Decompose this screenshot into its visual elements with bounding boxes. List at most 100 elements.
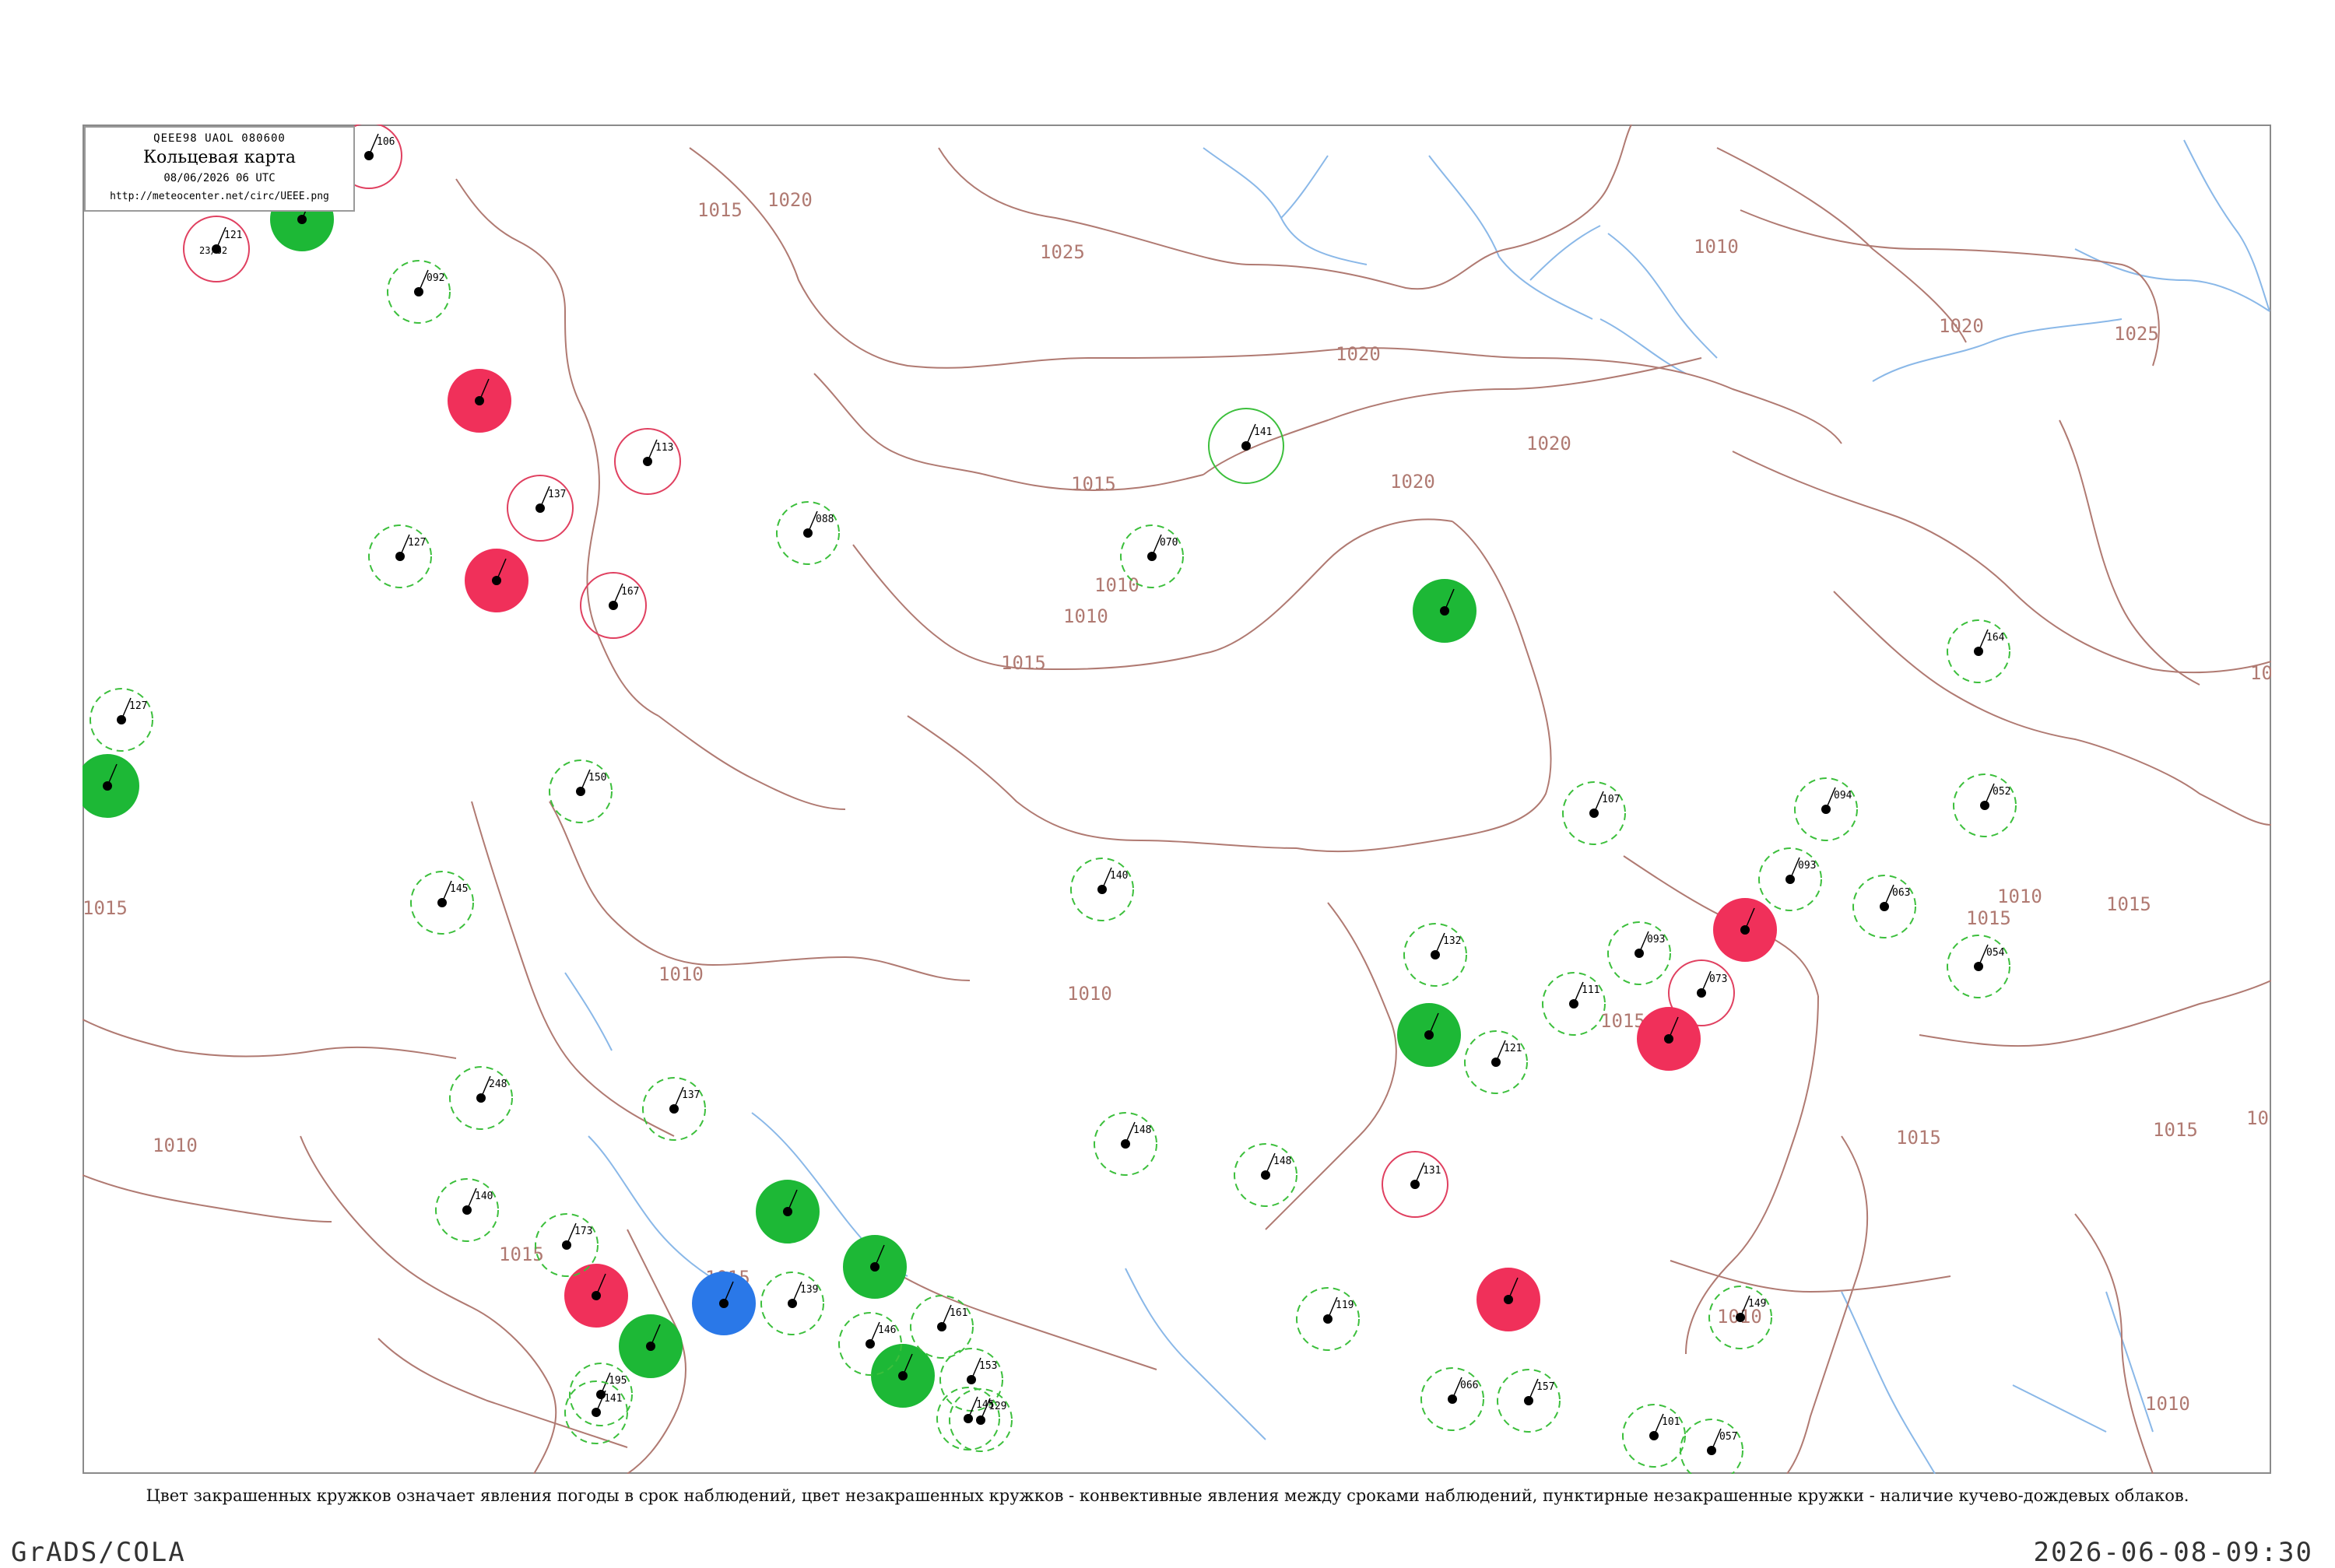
isobar-label: 1015 bbox=[2106, 893, 2151, 915]
weather-station[interactable]: 057 bbox=[1680, 1419, 1743, 1474]
bulletin-code: QEEE98 UAOL 080600 bbox=[153, 132, 286, 145]
station-pressure: 052 bbox=[1993, 786, 2010, 798]
weather-station[interactable] bbox=[1713, 898, 1777, 962]
isobar-label: 1025 bbox=[2114, 323, 2159, 345]
isobar-label: 1015 bbox=[1071, 473, 1116, 495]
station-pressure: 101 bbox=[1662, 1416, 1680, 1428]
weather-station[interactable]: 088 bbox=[776, 501, 840, 565]
weather-station[interactable]: 173 bbox=[535, 1213, 599, 1277]
isobar-label: 1010 bbox=[1094, 574, 1139, 596]
weather-map[interactable]: 10201015102510201015 10201010101510101010… bbox=[83, 125, 2271, 1474]
station-pressure: 127 bbox=[129, 700, 147, 712]
weather-station[interactable]: 054 bbox=[1947, 935, 2010, 998]
station-pressure: 141 bbox=[604, 1393, 622, 1405]
station-pressure: 107 bbox=[1602, 794, 1620, 805]
weather-station[interactable] bbox=[1476, 1268, 1540, 1331]
station-pressure: 164 bbox=[1986, 632, 2005, 644]
weather-station[interactable]: 132 bbox=[1403, 923, 1467, 987]
isobar-label: 1015 bbox=[1966, 907, 2011, 929]
isobar-label: 1015 bbox=[2250, 662, 2271, 684]
weather-station[interactable]: 121 bbox=[1464, 1030, 1528, 1094]
weather-station[interactable] bbox=[619, 1314, 683, 1378]
weather-station[interactable]: 092 bbox=[387, 260, 451, 324]
weather-station[interactable]: 066 bbox=[1420, 1367, 1484, 1431]
station-pressure: 111 bbox=[1582, 984, 1599, 996]
station-pressure: 140 bbox=[475, 1191, 493, 1202]
station-pressure: 139 bbox=[800, 1284, 818, 1296]
weather-station[interactable] bbox=[1397, 1003, 1461, 1067]
station-pressure: 167 bbox=[621, 586, 639, 598]
weather-station[interactable]: 164 bbox=[1947, 619, 2010, 683]
weather-station[interactable]: 063 bbox=[1852, 875, 1916, 938]
title-box: QEEE98 UAOL 080600 Кольцевая карта 08/06… bbox=[84, 126, 355, 212]
station-pressure: 248 bbox=[489, 1079, 507, 1090]
weather-station[interactable]: 119 bbox=[1296, 1287, 1360, 1351]
weather-station[interactable]: 070 bbox=[1120, 524, 1184, 588]
weather-station[interactable] bbox=[843, 1235, 907, 1299]
station-pressure: 092 bbox=[427, 272, 444, 284]
weather-station[interactable]: 150 bbox=[549, 759, 613, 823]
weather-station[interactable] bbox=[1637, 1007, 1701, 1071]
station-pressure: 129 bbox=[988, 1401, 1006, 1412]
weather-station[interactable]: 093 bbox=[1758, 847, 1822, 911]
station-pressure: 145 bbox=[450, 883, 468, 895]
isobar-label: 1015 bbox=[1600, 1010, 1645, 1032]
weather-station[interactable]: 148 bbox=[1094, 1112, 1157, 1176]
weather-station[interactable]: 141 bbox=[564, 1380, 628, 1444]
weather-station[interactable]: 113 bbox=[614, 428, 681, 495]
weather-station[interactable] bbox=[564, 1264, 628, 1328]
weather-station[interactable]: 148 bbox=[1234, 1143, 1297, 1207]
station-pressure: 094 bbox=[1834, 790, 1852, 802]
isobar-label: 1020 bbox=[1390, 471, 1435, 493]
weather-station[interactable] bbox=[871, 1344, 935, 1408]
weather-station[interactable]: 145 bbox=[410, 871, 474, 935]
weather-station[interactable]: 131 bbox=[1382, 1151, 1448, 1218]
weather-station[interactable]: 140 bbox=[435, 1178, 499, 1242]
isobar-label: 1010 bbox=[2145, 1393, 2190, 1415]
map-title: Кольцевая карта bbox=[142, 148, 296, 167]
weather-station[interactable]: 137 bbox=[642, 1077, 706, 1141]
isobar-label: 1020 bbox=[1336, 343, 1381, 365]
isobar-label: 1015 bbox=[1896, 1127, 1941, 1149]
weather-station[interactable] bbox=[465, 549, 528, 612]
weather-station[interactable]: 052 bbox=[1953, 773, 2017, 837]
weather-station[interactable] bbox=[692, 1272, 756, 1335]
station-pressure: 073 bbox=[1709, 973, 1727, 985]
station-pressure: 063 bbox=[1892, 887, 1910, 899]
weather-station[interactable] bbox=[756, 1180, 820, 1244]
isobar-label: 1010 bbox=[1694, 236, 1739, 258]
weather-station[interactable] bbox=[83, 754, 139, 818]
weather-station[interactable] bbox=[448, 369, 511, 433]
weather-station[interactable]: 157 bbox=[1497, 1369, 1561, 1433]
weather-station[interactable]: 248 bbox=[449, 1066, 513, 1130]
isobar-label: 1010 bbox=[153, 1135, 198, 1156]
station-pressure: 113 bbox=[655, 442, 673, 454]
weather-station[interactable] bbox=[1413, 579, 1476, 643]
station-pressure: 132 bbox=[1443, 935, 1461, 947]
station-pressure: 057 bbox=[1719, 1431, 1737, 1443]
weather-station[interactable]: 111 bbox=[1542, 972, 1606, 1036]
weather-station[interactable]: 145 bbox=[936, 1387, 1000, 1450]
weather-station[interactable]: 107 bbox=[1562, 781, 1626, 845]
weather-station[interactable]: 167 bbox=[580, 572, 647, 639]
weather-station[interactable]: 129 bbox=[949, 1388, 1013, 1452]
weather-station[interactable]: 141 bbox=[1208, 408, 1284, 484]
weather-station[interactable]: 094 bbox=[1794, 777, 1858, 841]
weather-station[interactable]: 121 23/62 bbox=[183, 216, 250, 282]
station-pressure: 137 bbox=[548, 489, 566, 500]
footer-software: GrADS/COLA bbox=[11, 1537, 186, 1568]
station-pressure: 054 bbox=[1986, 947, 2005, 959]
weather-station[interactable]: 139 bbox=[760, 1272, 824, 1335]
weather-station[interactable]: 127 bbox=[368, 524, 432, 588]
weather-station[interactable]: 101 bbox=[1622, 1404, 1686, 1468]
weather-stations: 17010612123/6209211313712716708807014116… bbox=[83, 125, 2017, 1474]
station-pressure: 066 bbox=[1460, 1380, 1478, 1391]
isobar-label: 1020 bbox=[1526, 433, 1571, 454]
source-url[interactable]: http://meteocenter.net/circ/UEEE.png bbox=[86, 191, 353, 202]
weather-station[interactable]: 137 bbox=[507, 475, 574, 542]
weather-station[interactable]: 146 bbox=[838, 1312, 902, 1376]
weather-station[interactable]: 093 bbox=[1607, 921, 1671, 985]
weather-station[interactable]: 195 bbox=[569, 1363, 633, 1426]
weather-station[interactable]: 127 bbox=[90, 688, 153, 752]
weather-station[interactable]: 140 bbox=[1070, 858, 1134, 921]
